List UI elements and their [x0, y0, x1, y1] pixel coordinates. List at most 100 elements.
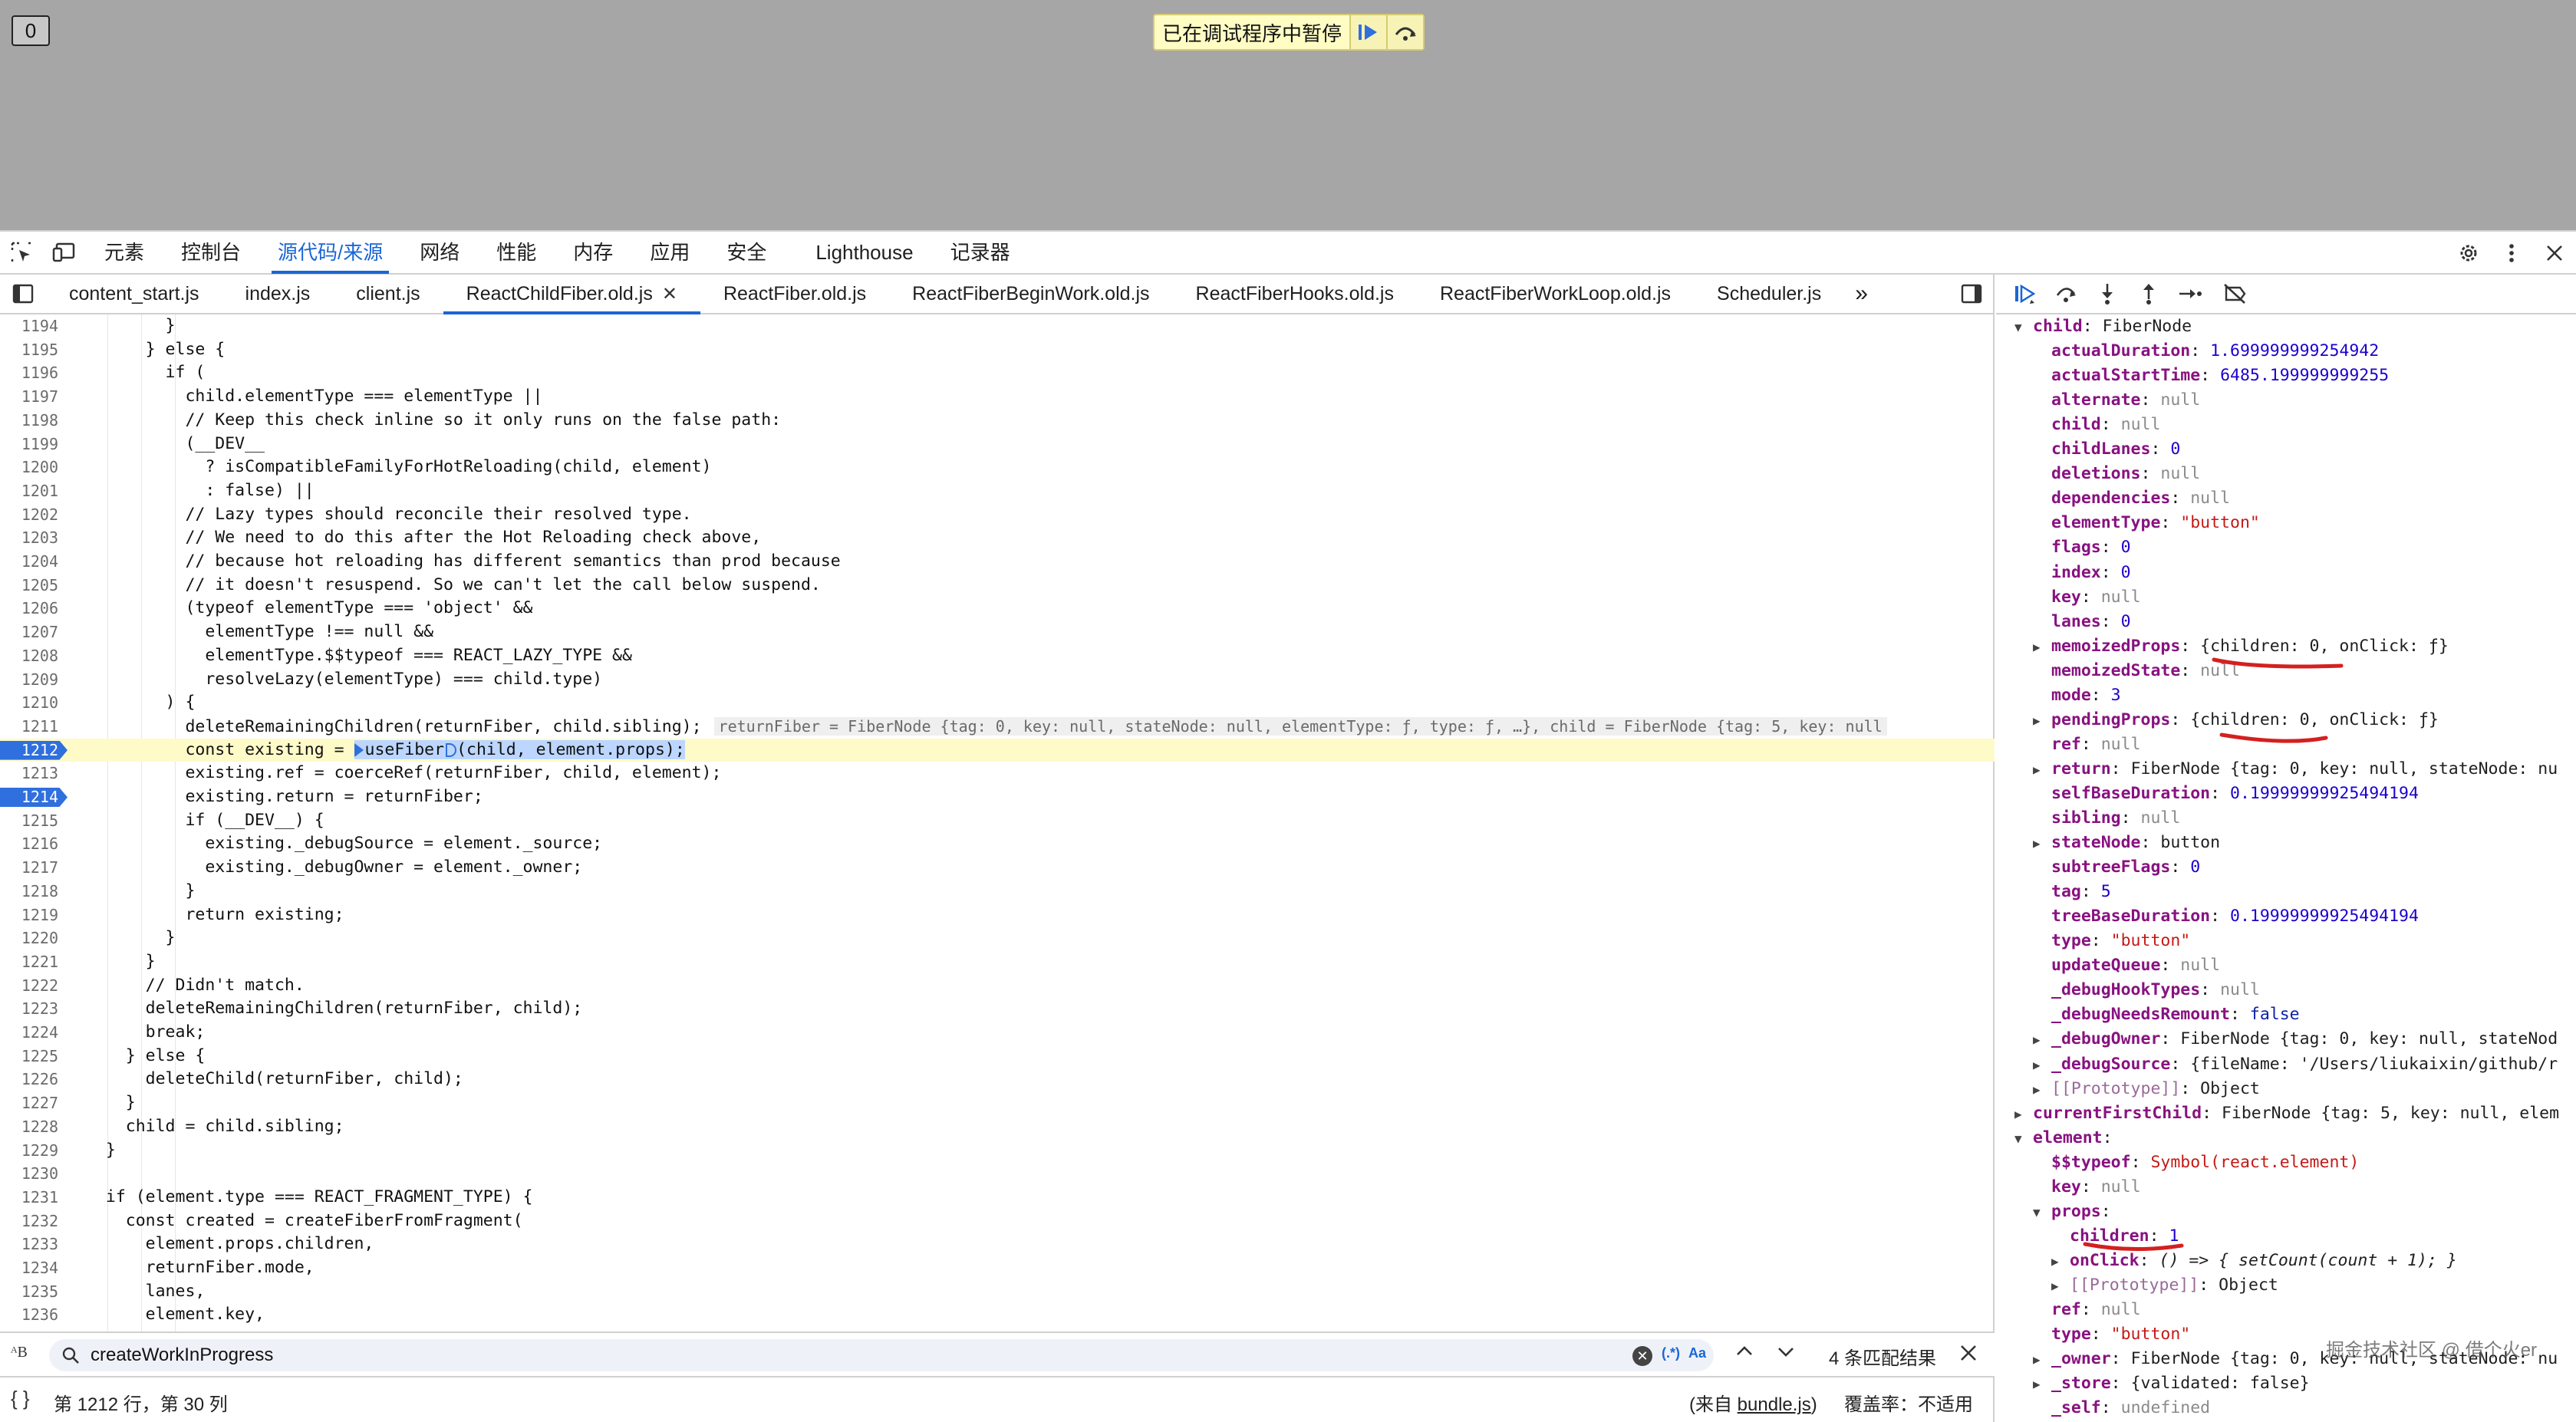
code-line[interactable]: 1232 const created = createFiberFromFrag… [0, 1210, 1995, 1233]
collapsed-arrow-icon[interactable]: ▶ [2033, 635, 2051, 660]
collapsed-arrow-icon[interactable]: ▶ [2033, 831, 2051, 856]
scope-property-row[interactable]: treeBaseDuration: 0.19999999925494194 [1996, 904, 2419, 929]
code-line[interactable]: 1224 break; [0, 1021, 1995, 1045]
step-button[interactable] [2169, 275, 2211, 313]
resume-script-button[interactable] [2004, 275, 2045, 313]
file-tab-client[interactable]: client.js [333, 275, 443, 313]
code-line[interactable]: 1204 // because hot reloading has differ… [0, 550, 1995, 574]
code-line[interactable]: 1225 } else { [0, 1045, 1995, 1068]
scope-property-row[interactable]: ▼ child: FiberNode [1996, 314, 2192, 339]
line-number[interactable]: 1197 [0, 385, 58, 409]
line-number[interactable]: 1201 [0, 479, 58, 503]
scope-property-row[interactable]: dependencies: null [1996, 486, 2230, 511]
code-line[interactable]: 1200 ? isCompatibleFamilyForHotReloading… [0, 456, 1995, 479]
code-line[interactable]: 1218 } [0, 880, 1995, 904]
file-tab-scheduler[interactable]: Scheduler.js [1694, 275, 1844, 313]
line-number[interactable]: 1219 [0, 904, 58, 927]
code-line[interactable]: 1208 elementType.$$typeof === REACT_LAZY… [0, 644, 1995, 668]
scope-property-row[interactable]: actualDuration: 1.699999999254942 [1996, 339, 2379, 364]
line-number[interactable]: 1198 [0, 409, 58, 433]
source-file-link[interactable]: bundle.js [1738, 1394, 1811, 1415]
line-number[interactable]: 1234 [0, 1256, 58, 1280]
previous-match-icon[interactable] [1734, 1341, 1755, 1368]
scope-property-row[interactable]: ▶ _debugOwner: FiberNode {tag: 0, key: nu… [1996, 1027, 2558, 1052]
scope-property-row[interactable]: $$typeof: Symbol(react.element) [1996, 1150, 2359, 1175]
pretty-print-icon[interactable]: { } [11, 1387, 30, 1410]
line-number[interactable]: 1222 [0, 974, 58, 998]
scope-property-row[interactable]: _self: undefined [1996, 1396, 2210, 1420]
file-tab-react-fiber-hooks[interactable]: ReactFiberHooks.old.js [1173, 275, 1417, 313]
line-number[interactable]: 1229 [0, 1139, 58, 1163]
code-line[interactable]: 1211 deleteRemainingChildren(returnFiber… [0, 715, 1995, 739]
scope-property-row[interactable]: sibling: null [1996, 806, 2180, 831]
inspect-element-icon[interactable] [0, 231, 43, 274]
collapsed-arrow-icon[interactable]: ▶ [2033, 1053, 2051, 1078]
scope-property-row[interactable]: selfBaseDuration: 0.19999999925494194 [1996, 782, 2419, 806]
code-line[interactable]: 1198 // Keep this check inline so it onl… [0, 409, 1995, 433]
clear-search-icon[interactable]: ✕ [1632, 1346, 1652, 1366]
code-line[interactable]: 1207 elementType !== null && [0, 620, 1995, 644]
collapsed-arrow-icon[interactable]: ▶ [2033, 1028, 2051, 1052]
line-number[interactable]: 1209 [0, 668, 58, 692]
code-line[interactable]: 1221 } [0, 950, 1995, 974]
tab-memory[interactable]: 内存 [555, 231, 631, 274]
scope-property-row[interactable]: mode: 3 [1996, 683, 2121, 708]
scope-property-row[interactable]: subtreeFlags: 0 [1996, 855, 2200, 880]
line-number[interactable]: 1228 [0, 1115, 58, 1139]
line-number[interactable]: 1218 [0, 880, 58, 904]
line-number[interactable]: 1232 [0, 1210, 58, 1233]
deactivate-breakpoints-button[interactable] [2214, 275, 2255, 313]
scope-property-row[interactable]: type: "button" [1996, 1322, 2190, 1347]
toggle-navigator-icon[interactable] [0, 275, 46, 313]
line-number[interactable]: 1223 [0, 997, 58, 1021]
step-over-button[interactable] [1386, 15, 1424, 49]
step-over-button[interactable] [2045, 275, 2087, 313]
line-number[interactable]: 1220 [0, 927, 58, 950]
line-number[interactable]: 1214 [0, 785, 58, 809]
step-into-button[interactable] [2087, 275, 2128, 313]
code-line[interactable]: 1199 (__DEV__ [0, 433, 1995, 456]
line-number[interactable]: 1211 [0, 715, 58, 739]
tab-security[interactable]: 安全 [708, 231, 785, 274]
scope-property-row[interactable]: ▼ element: [1996, 1126, 2123, 1150]
line-number[interactable]: 1235 [0, 1280, 58, 1304]
code-line[interactable]: 1227 } [0, 1091, 1995, 1115]
code-line[interactable]: 1229 } [0, 1139, 1995, 1163]
line-number[interactable]: 1203 [0, 526, 58, 550]
code-line[interactable]: 1206 (typeof elementType === 'object' && [0, 597, 1995, 620]
scope-property-row[interactable]: _debugNeedsRemount: false [1996, 1002, 2300, 1027]
code-line[interactable]: 1202 // Lazy types should reconcile thei… [0, 503, 1995, 527]
collapsed-arrow-icon[interactable]: ▶ [2033, 1078, 2051, 1102]
line-number[interactable]: 1225 [0, 1045, 58, 1068]
scope-property-row[interactable]: actualStartTime: 6485.199999999255 [1996, 364, 2389, 388]
search-field[interactable]: ✕ (.*) Aa [49, 1339, 1714, 1371]
file-tab-react-fiber[interactable]: ReactFiber.old.js [700, 275, 889, 313]
scope-property-row[interactable]: ▶ return: FiberNode {tag: 0, key: null, s… [1996, 757, 2558, 782]
line-number[interactable]: 1210 [0, 691, 58, 715]
code-line[interactable]: 1213 existing.ref = coerceRef(returnFibe… [0, 762, 1995, 785]
line-number[interactable]: 1226 [0, 1068, 58, 1091]
scope-property-row[interactable]: lanes: 0 [1996, 610, 2131, 634]
line-number[interactable]: 1204 [0, 550, 58, 574]
code-line[interactable]: 1201 : false) || [0, 479, 1995, 503]
line-number[interactable]: 1217 [0, 856, 58, 880]
line-number[interactable]: 1199 [0, 433, 58, 456]
tab-lighthouse[interactable]: Lighthouse [797, 231, 931, 274]
code-line[interactable]: 1220 } [0, 927, 1995, 950]
line-number[interactable]: 1231 [0, 1186, 58, 1210]
line-number[interactable]: 1236 [0, 1303, 58, 1327]
collapsed-arrow-icon[interactable]: ▶ [2051, 1249, 2070, 1274]
more-options-icon[interactable] [2490, 232, 2533, 275]
search-input[interactable] [91, 1345, 1548, 1366]
tab-performance[interactable]: 性能 [478, 231, 555, 274]
file-tab-react-child-fiber[interactable]: ReactChildFiber.old.js ✕ [443, 275, 701, 314]
code-editor[interactable]: 1194 } 1195 } else {1196 if (1197 child.e… [0, 314, 1995, 1331]
scope-property-row[interactable]: type: "button" [1996, 929, 2190, 953]
code-line[interactable]: 1235 lanes, [0, 1280, 1995, 1304]
file-tab-content-start[interactable]: content_start.js [46, 275, 222, 313]
file-tab-react-fiber-work-loop[interactable]: ReactFiberWorkLoop.old.js [1417, 275, 1694, 313]
scope-property-row[interactable]: ref: null [1996, 732, 2141, 757]
scope-property-row[interactable]: ▶ [[Prototype]]: Object [1996, 1273, 2278, 1298]
scope-property-row[interactable]: ref: null [1996, 1298, 2141, 1322]
code-line[interactable]: 1223 deleteRemainingChildren(returnFiber… [0, 997, 1995, 1021]
